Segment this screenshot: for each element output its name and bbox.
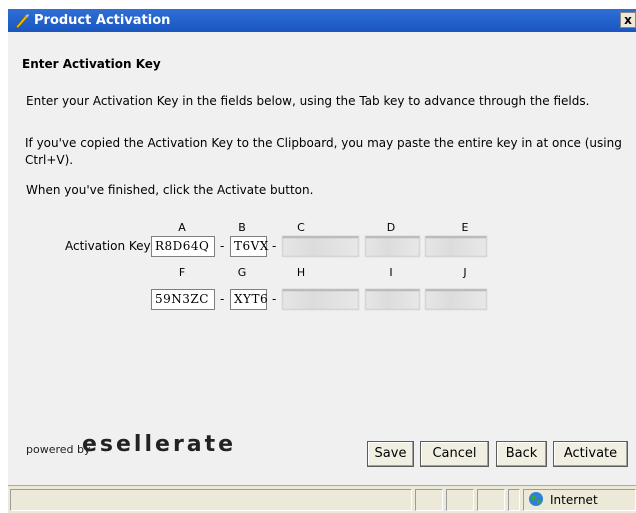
product-activation-icon bbox=[15, 14, 29, 29]
key-field-g[interactable]: XYT6 bbox=[230, 289, 268, 310]
column-header: C bbox=[297, 221, 305, 234]
status-pane bbox=[415, 489, 443, 511]
key-field-h[interactable] bbox=[282, 289, 359, 310]
close-button[interactable]: x bbox=[620, 12, 636, 28]
window-title: Product Activation bbox=[34, 13, 171, 28]
key-field-e[interactable] bbox=[425, 236, 487, 257]
status-pane bbox=[446, 489, 474, 511]
key-field-b[interactable]: T6VX bbox=[230, 236, 268, 257]
esellerate-logo: esellerate bbox=[82, 432, 237, 457]
globe-icon bbox=[529, 492, 543, 506]
key-field-j[interactable] bbox=[425, 289, 487, 310]
instruction-text: If you've copied the Activation Key to t… bbox=[25, 136, 622, 167]
column-header: E bbox=[461, 221, 469, 234]
separator: - bbox=[220, 292, 225, 306]
column-header: J bbox=[463, 266, 467, 279]
instruction-text: Enter your Activation Key in the fields … bbox=[26, 94, 590, 108]
status-bar: Internet bbox=[8, 485, 636, 513]
activation-key-label: Activation Key: bbox=[65, 239, 154, 253]
status-pane bbox=[508, 489, 520, 511]
status-text-pane bbox=[10, 489, 412, 511]
key-field-d[interactable] bbox=[365, 236, 420, 257]
column-header: B bbox=[238, 221, 246, 234]
key-field-c[interactable] bbox=[282, 236, 359, 257]
dialog-content: Enter Activation Key Enter your Activati… bbox=[8, 32, 636, 485]
back-button[interactable]: Back bbox=[496, 441, 547, 467]
close-icon: x bbox=[624, 13, 632, 27]
column-header: A bbox=[178, 221, 186, 234]
page-title: Enter Activation Key bbox=[22, 57, 161, 71]
key-field-f[interactable]: 59N3ZC bbox=[151, 289, 215, 310]
column-header: H bbox=[296, 266, 306, 279]
column-header: D bbox=[386, 221, 396, 234]
save-button[interactable]: Save bbox=[367, 441, 414, 467]
column-header: I bbox=[389, 266, 393, 279]
column-header: F bbox=[178, 266, 186, 279]
activate-button[interactable]: Activate bbox=[553, 441, 628, 467]
instruction-text: When you've finished, click the Activate… bbox=[26, 183, 314, 197]
key-field-a[interactable]: R8D64Q bbox=[151, 236, 215, 257]
title-bar: Product Activation x bbox=[8, 9, 636, 32]
column-header: G bbox=[237, 266, 247, 279]
key-field-i[interactable] bbox=[365, 289, 420, 310]
separator: - bbox=[272, 239, 277, 253]
powered-by-label: powered by bbox=[26, 443, 91, 456]
status-pane bbox=[477, 489, 505, 511]
security-zone-label: Internet bbox=[550, 493, 598, 507]
separator: - bbox=[220, 239, 225, 253]
separator: - bbox=[272, 292, 277, 306]
cancel-button[interactable]: Cancel bbox=[420, 441, 489, 467]
